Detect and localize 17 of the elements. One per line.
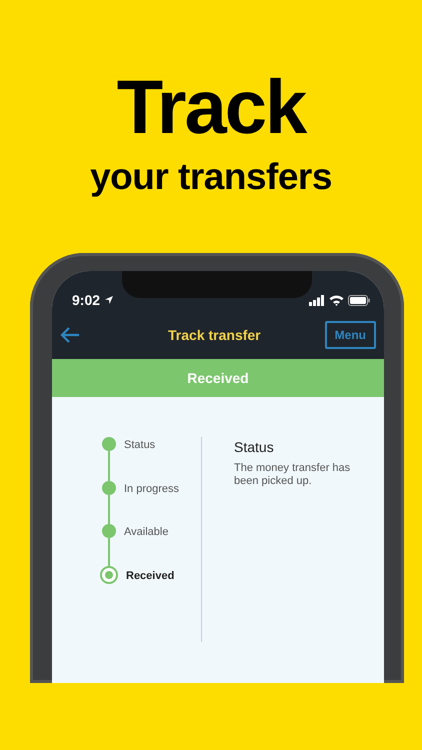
detail-text: The money transfer has been picked up.: [234, 462, 352, 488]
step-label[interactable]: Status: [124, 437, 156, 454]
detail-title: Status: [234, 438, 275, 457]
signal-icon: [309, 294, 325, 306]
back-arrow-icon[interactable]: [60, 327, 80, 343]
step-label[interactable]: In progress: [124, 480, 180, 497]
screen-title: Track transfer: [167, 326, 262, 344]
status-time: 9:02: [72, 290, 100, 310]
step-label[interactable]: Received: [126, 568, 174, 584]
status-banner: Received: [52, 359, 384, 397]
menu-button[interactable]: Menu: [324, 321, 376, 349]
battery-icon: [348, 294, 370, 306]
headline-subtitle: your transfers: [89, 158, 333, 195]
location-icon: [104, 295, 114, 305]
wifi-icon: [329, 294, 344, 306]
step-label[interactable]: Available: [124, 524, 168, 540]
headline-title: Track: [116, 70, 308, 146]
